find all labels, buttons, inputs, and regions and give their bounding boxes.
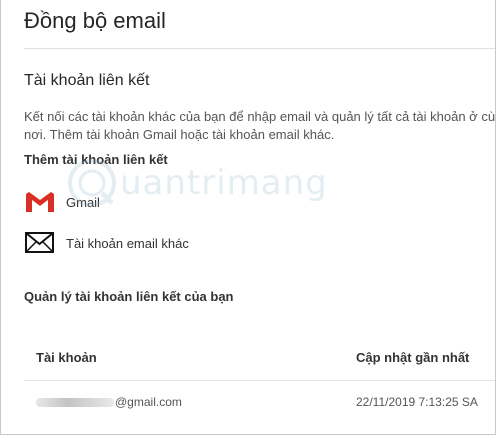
email-domain: @gmail.com bbox=[115, 395, 182, 409]
other-email-option-label: Tài khoản email khác bbox=[66, 235, 189, 251]
manage-linked-accounts-heading: Quản lý tài khoản liên kết của bạn bbox=[24, 289, 234, 304]
gmail-option-label: Gmail bbox=[66, 194, 100, 210]
add-linked-account-label: Thêm tài khoản liên kết bbox=[24, 152, 168, 167]
linked-accounts-table-header: Tài khoản Cập nhật gần nhất bbox=[24, 338, 495, 381]
add-gmail-account-option[interactable]: Gmail bbox=[24, 188, 100, 216]
email-sync-panel: Đồng bộ email Tài khoản liên kết Kết nối… bbox=[0, 0, 496, 435]
column-header-account: Tài khoản bbox=[36, 350, 97, 365]
page-title: Đồng bộ email bbox=[24, 8, 166, 33]
gmail-icon bbox=[24, 190, 56, 214]
linked-account-last-updated: 22/11/2019 7:13:25 SA bbox=[356, 395, 478, 409]
redacted-username bbox=[36, 397, 114, 407]
title-divider bbox=[24, 48, 495, 49]
add-other-email-account-option[interactable]: Tài khoản email khác bbox=[24, 229, 189, 257]
linked-accounts-heading: Tài khoản liên kết bbox=[24, 72, 150, 89]
linked-accounts-description: Kết nối các tài khoản khác của bạn để nh… bbox=[24, 109, 496, 142]
watermark-text: uantrimang bbox=[120, 163, 328, 203]
envelope-icon bbox=[24, 231, 56, 255]
column-header-last-updated: Cập nhật gần nhất bbox=[356, 350, 470, 365]
table-row[interactable]: @gmail.com 22/11/2019 7:13:25 SA bbox=[24, 381, 495, 425]
linked-account-email: @gmail.com bbox=[36, 395, 182, 409]
